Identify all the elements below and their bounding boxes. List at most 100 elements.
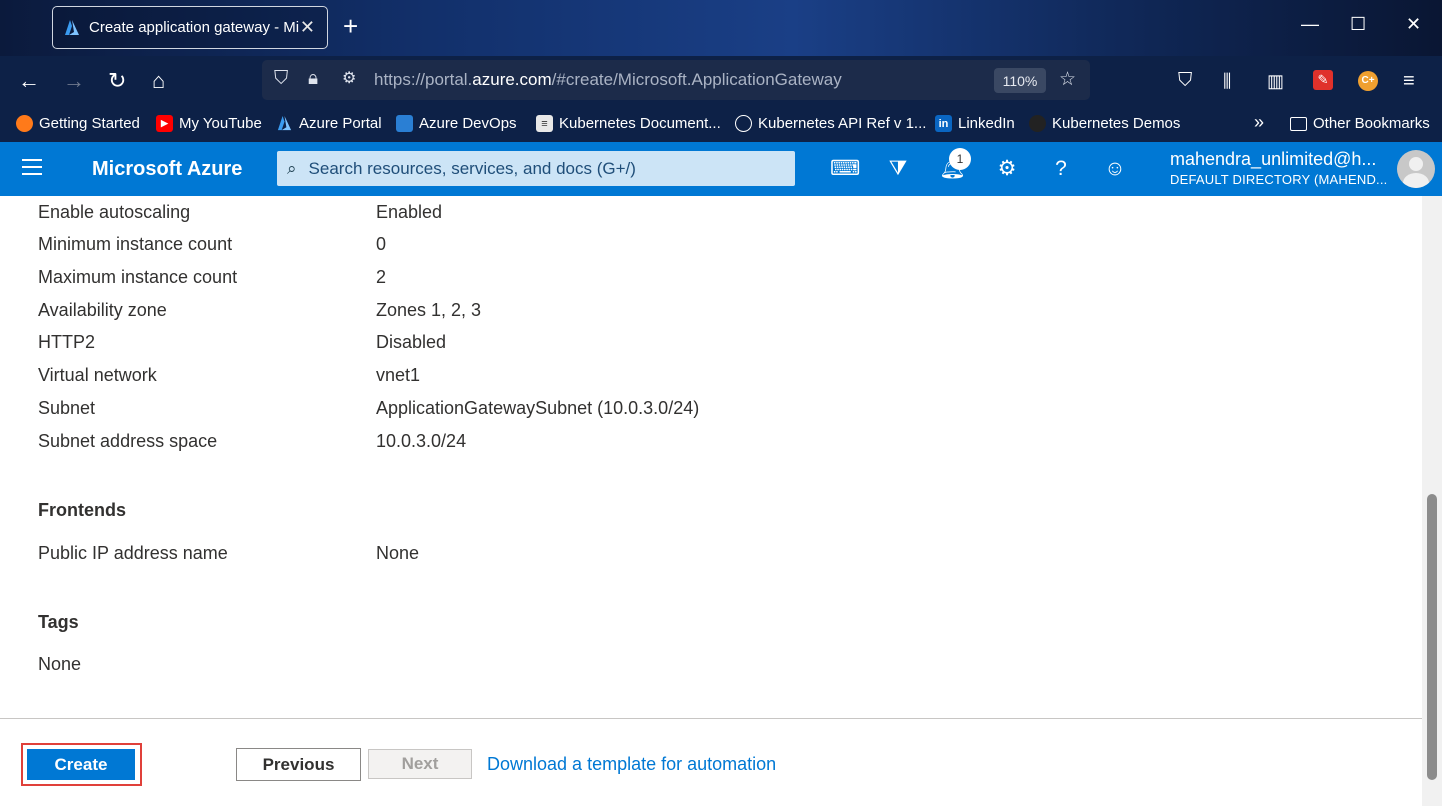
azure-logo-icon: [65, 19, 79, 35]
browser-tab-strip: Create application gateway - Mi ✕ + — ☐ …: [0, 0, 1442, 56]
tags-heading: Tags: [38, 612, 79, 632]
detail-value: 2: [376, 267, 387, 287]
detail-key: Availability zone: [38, 300, 167, 320]
extension-c-icon[interactable]: C+: [1358, 71, 1378, 91]
forward-icon[interactable]: →: [63, 68, 85, 94]
youtube-icon: ▶: [156, 115, 173, 132]
frontends-heading: Frontends: [38, 500, 126, 520]
tab-title: Create application gateway - Mi: [89, 19, 299, 36]
menu-icon[interactable]: ≡: [1403, 68, 1415, 94]
document-icon: ≡: [536, 115, 553, 132]
bookmark-label: Kubernetes Demos: [1052, 115, 1181, 132]
azure-top-bar: Microsoft Azure ⌕ Search resources, serv…: [0, 142, 1442, 196]
create-button[interactable]: Create: [27, 749, 135, 780]
detail-value: 10.0.3.0/24: [376, 431, 467, 451]
detail-key: Maximum instance count: [38, 267, 238, 287]
minimize-icon[interactable]: —: [1301, 14, 1319, 35]
next-button[interactable]: Next: [368, 749, 472, 779]
feedback-icon[interactable]: ☺: [1102, 156, 1128, 182]
account-name: mahendra_unlimited@h...: [1170, 149, 1377, 169]
detail-value: Enabled: [376, 202, 443, 222]
detail-key: Subnet: [38, 398, 96, 418]
detail-value: 0: [376, 234, 387, 254]
notification-badge: 1: [949, 148, 971, 170]
bookmark-linkedin[interactable]: in LinkedIn: [935, 115, 1015, 132]
scrollbar[interactable]: [1422, 196, 1442, 806]
pocket-icon[interactable]: ⛉: [1178, 68, 1192, 94]
permissions-icon[interactable]: ⚙: [342, 68, 356, 88]
bookmark-label: Other Bookmarks: [1313, 115, 1430, 132]
account-directory: DEFAULT DIRECTORY (MAHEND...: [1170, 172, 1388, 187]
account-menu[interactable]: mahendra_unlimited@h... DEFAULT DIRECTOR…: [1170, 150, 1388, 186]
close-tab-icon[interactable]: ✕: [300, 17, 315, 38]
previous-button[interactable]: Previous: [236, 748, 361, 781]
detail-value: Disabled: [376, 332, 447, 352]
browser-tab[interactable]: Create application gateway - Mi ✕: [52, 6, 328, 49]
review-content: Enable autoscaling Enabled Minimum insta…: [0, 196, 1422, 719]
detail-value: vnet1: [376, 365, 421, 385]
url-text[interactable]: https://portal.azure.com/#create/Microso…: [374, 70, 842, 90]
bookmark-azure-devops[interactable]: Azure DevOps: [396, 115, 517, 132]
bookmark-my-youtube[interactable]: ▶ My YouTube: [156, 115, 262, 132]
download-template-link[interactable]: Download a template for automation: [487, 754, 776, 775]
detail-value: None: [376, 543, 420, 563]
maximize-icon[interactable]: ☐: [1350, 14, 1366, 35]
wizard-footer: Create Previous Next Download a template…: [0, 718, 1422, 806]
reload-icon[interactable]: ↻: [108, 68, 126, 94]
lock-icon[interactable]: 🔒︎: [308, 68, 318, 90]
directory-filter-icon[interactable]: ⧩: [885, 156, 911, 182]
home-icon[interactable]: ⌂: [152, 68, 165, 94]
sidebar-icon[interactable]: ▥: [1267, 68, 1284, 94]
github-icon: [1029, 115, 1046, 132]
bookmarks-overflow-icon[interactable]: »: [1254, 112, 1264, 133]
bookmark-label: Kubernetes API Ref v 1...: [758, 115, 927, 132]
window-close-icon[interactable]: ✕: [1406, 14, 1421, 35]
detail-key: Enable autoscaling: [38, 202, 191, 222]
browser-nav-bar: ← → ↻ ⌂ ⛉ 🔒︎ ⚙ https://portal.azure.com/…: [0, 56, 1442, 106]
extension-icon[interactable]: ✎: [1313, 70, 1333, 90]
portal-menu-icon[interactable]: [22, 159, 42, 180]
search-placeholder: Search resources, services, and docs (G+…: [308, 158, 636, 178]
detail-key: Minimum instance count: [38, 234, 233, 254]
bookmark-kubernetes-demos[interactable]: Kubernetes Demos: [1029, 115, 1180, 132]
detail-key: Virtual network: [38, 365, 157, 385]
back-icon[interactable]: ←: [18, 68, 40, 94]
zoom-level[interactable]: 110%: [994, 68, 1046, 93]
bookmarks-bar: Getting Started ▶ My YouTube Azure Porta…: [0, 106, 1442, 142]
bookmark-star-icon[interactable]: ☆: [1059, 68, 1076, 91]
devops-icon: [396, 115, 413, 132]
bookmark-kubernetes-api[interactable]: Kubernetes API Ref v 1...: [735, 115, 926, 132]
folder-icon: [1290, 116, 1307, 131]
brand-title[interactable]: Microsoft Azure: [92, 158, 242, 181]
bookmark-kubernetes-docs[interactable]: ≡ Kubernetes Document...: [536, 115, 721, 132]
bookmark-other[interactable]: Other Bookmarks: [1290, 115, 1430, 132]
tags-value: None: [38, 654, 82, 674]
bookmark-getting-started[interactable]: Getting Started: [16, 115, 140, 132]
shield-icon[interactable]: ⛉: [274, 68, 288, 90]
detail-value: ApplicationGatewaySubnet (10.0.3.0/24): [376, 398, 700, 418]
azure-icon: [277, 115, 292, 131]
bookmark-azure-portal[interactable]: Azure Portal: [276, 115, 382, 132]
bookmark-label: LinkedIn: [958, 115, 1015, 132]
address-bar[interactable]: ⛉ 🔒︎ ⚙ https://portal.azure.com/#create/…: [262, 60, 1090, 100]
bookmark-label: Kubernetes Document...: [559, 115, 721, 132]
settings-icon[interactable]: ⚙: [994, 156, 1020, 182]
detail-key: Public IP address name: [38, 543, 228, 563]
bookmark-label: Azure DevOps: [419, 115, 517, 132]
help-icon[interactable]: ?: [1048, 156, 1074, 182]
detail-key: Subnet address space: [38, 431, 218, 451]
detail-value: Zones 1, 2, 3: [376, 300, 482, 320]
globe-icon: [735, 115, 752, 132]
bookmark-label: My YouTube: [179, 115, 262, 132]
cloud-shell-icon[interactable]: ⌨: [830, 156, 860, 182]
bookmark-label: Getting Started: [39, 115, 140, 132]
firefox-icon: [16, 115, 33, 132]
avatar[interactable]: [1397, 150, 1435, 188]
scrollbar-thumb[interactable]: [1427, 494, 1437, 780]
detail-key: HTTP2: [38, 332, 96, 352]
library-icon[interactable]: ⫼: [1223, 68, 1231, 94]
search-input[interactable]: ⌕ Search resources, services, and docs (…: [277, 151, 795, 186]
linkedin-icon: in: [935, 115, 952, 132]
new-tab-button[interactable]: +: [343, 13, 358, 39]
bookmark-label: Azure Portal: [299, 115, 382, 132]
